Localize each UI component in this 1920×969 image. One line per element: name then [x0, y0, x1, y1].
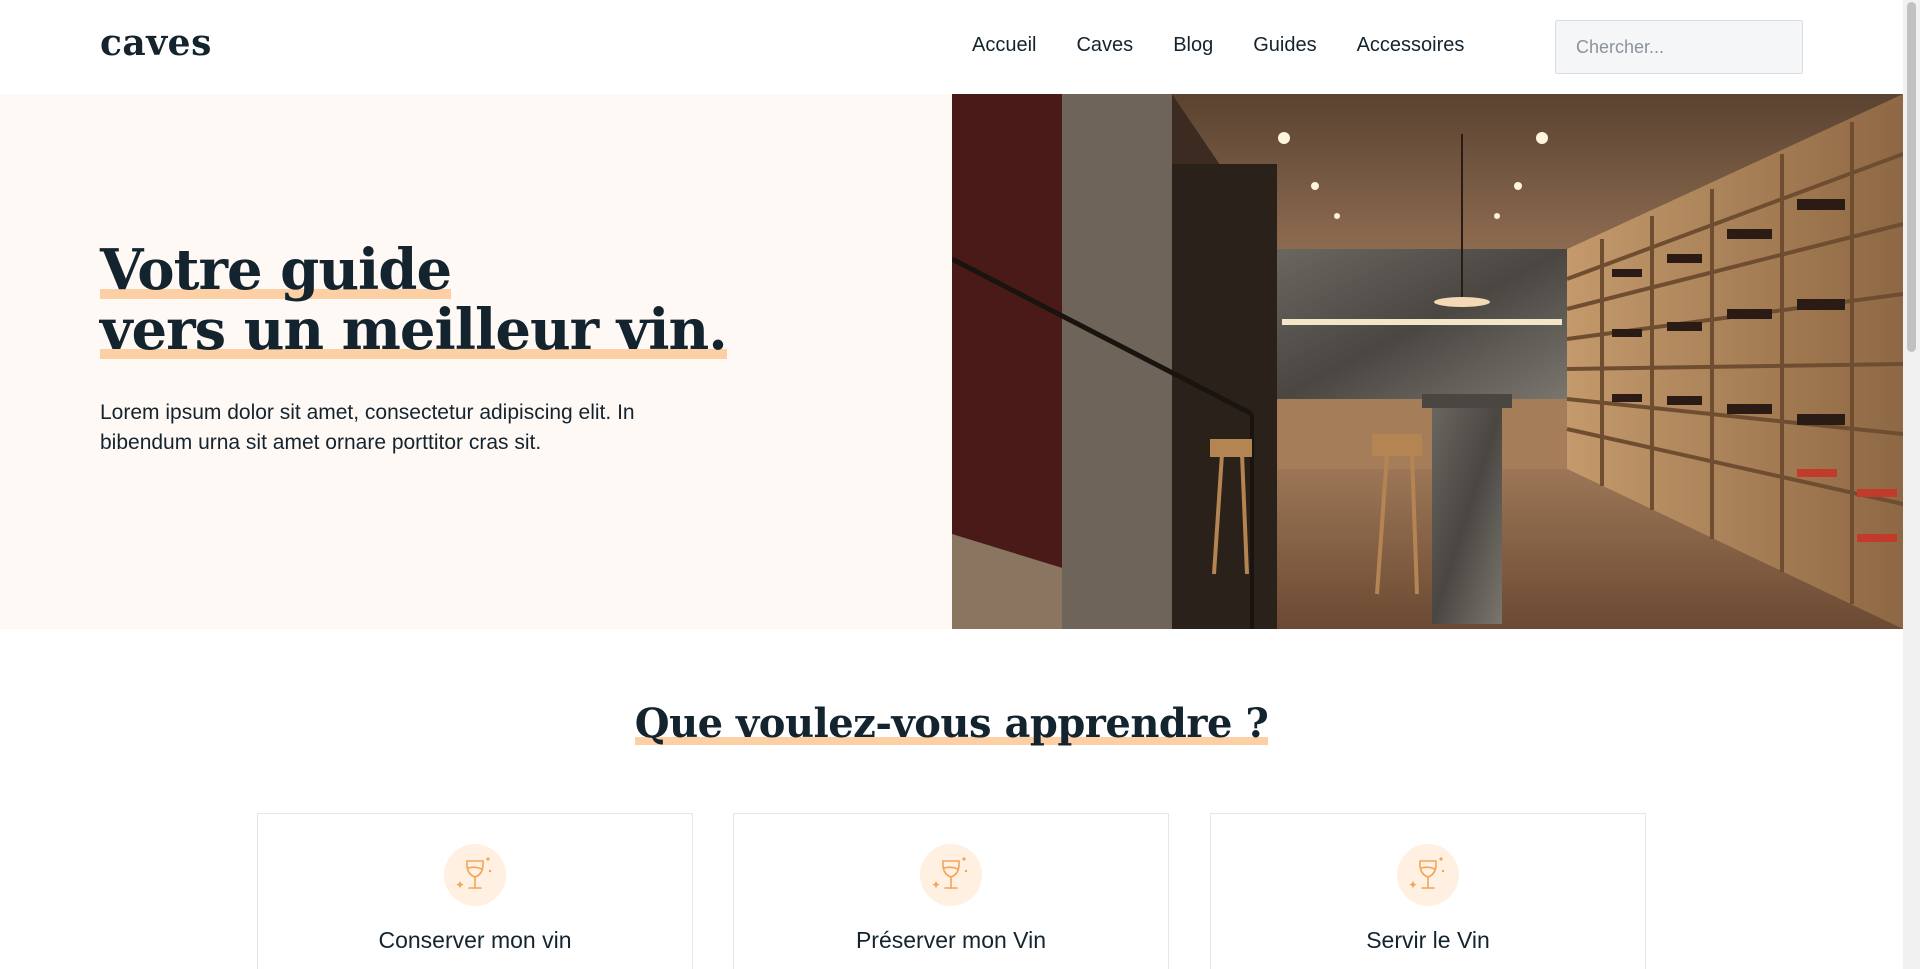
wine-glass-icon: [444, 844, 506, 906]
hero-title: Votre guide vers un meilleur vin.: [100, 237, 728, 363]
site-header: caves Accueil Caves Blog Guides Accessoi…: [0, 0, 1903, 94]
search-input[interactable]: [1555, 20, 1803, 74]
hero-title-line-1: Votre guide: [100, 237, 452, 303]
nav-link-blog[interactable]: Blog: [1173, 34, 1213, 57]
hero-content: Votre guide vers un meilleur vin. Lorem …: [100, 237, 728, 458]
card-title: Conserver mon vin: [378, 927, 572, 953]
page-scrollbar[interactable]: [1903, 0, 1920, 969]
wine-glass-icon: [1397, 844, 1459, 906]
hero-section: Votre guide vers un meilleur vin. Lorem …: [0, 94, 1903, 629]
wine-cellar-image: [952, 94, 1903, 629]
card-title: Servir le Vin: [1366, 927, 1490, 953]
nav-link-caves[interactable]: Caves: [1076, 34, 1133, 57]
card-preserver-mon-vin[interactable]: Préserver mon Vin: [733, 813, 1169, 969]
section-title-text: Que voulez-vous apprendre ?: [634, 700, 1269, 747]
hero-description: Lorem ipsum dolor sit amet, consectetur …: [100, 401, 635, 454]
nav-link-accessoires[interactable]: Accessoires: [1357, 34, 1465, 57]
nav-link-accueil[interactable]: Accueil: [972, 34, 1036, 57]
main-nav: Accueil Caves Blog Guides Accessoires: [972, 34, 1504, 57]
section-title: Que voulez-vous apprendre ?: [0, 700, 1903, 747]
card-title: Préserver mon Vin: [855, 927, 1047, 953]
wine-glass-icon: [920, 844, 982, 906]
hero-title-line-2: vers un meilleur vin.: [100, 297, 728, 363]
site-logo[interactable]: caves: [100, 22, 212, 64]
nav-link-guides[interactable]: Guides: [1253, 34, 1316, 57]
card-servir-le-vin[interactable]: Servir le Vin: [1210, 813, 1646, 969]
scrollbar-thumb[interactable]: [1907, 2, 1916, 352]
card-conserver-mon-vin[interactable]: Conserver mon vin: [257, 813, 693, 969]
